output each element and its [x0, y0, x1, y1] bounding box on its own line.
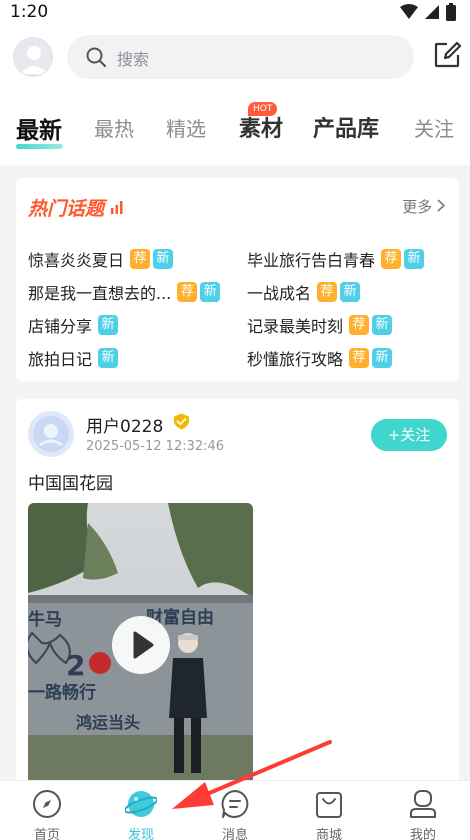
- more-label: 更多: [402, 198, 433, 216]
- nav-item-home[interactable]: 首页: [0, 781, 94, 840]
- recommended-tag: 荐: [317, 282, 338, 302]
- search-input[interactable]: 搜索: [67, 35, 414, 79]
- avatar[interactable]: [13, 37, 53, 77]
- wifi-icon: [400, 4, 418, 19]
- nav-item-discover[interactable]: 发现: [94, 781, 188, 840]
- hot-topics-title: 热门话题: [28, 198, 105, 220]
- post-text: 中国国花园: [28, 474, 113, 494]
- tab-following[interactable]: 关注: [414, 113, 454, 142]
- recommended-tag: 荐: [177, 282, 198, 302]
- status-time: 1:20: [10, 2, 49, 22]
- nav-item-mall[interactable]: 商城: [282, 781, 376, 840]
- search-placeholder: 搜索: [117, 50, 150, 69]
- video-sign-text: 鸿运当头: [76, 713, 140, 732]
- verified-badge-icon: [174, 413, 189, 430]
- tab-bar: 最新 最热 精选 素材 HOT 产品库 关注: [0, 95, 470, 155]
- new-tag: 新: [98, 315, 119, 335]
- topic-item[interactable]: 一战成名 荐 新: [247, 280, 361, 304]
- new-tag: 新: [372, 348, 393, 368]
- topic-label: 秒懂旅行攻略: [247, 350, 344, 369]
- video-sign-text: 牛马: [28, 609, 62, 630]
- status-bar: 1:20: [0, 0, 470, 26]
- tab-latest[interactable]: 最新: [16, 111, 62, 145]
- new-tag: 新: [98, 348, 119, 368]
- shopping-bag-icon: [316, 792, 342, 818]
- new-tag: 新: [340, 282, 361, 302]
- recommended-tag: 荐: [349, 315, 370, 335]
- default-avatar-icon: [20, 46, 48, 74]
- topic-item[interactable]: 店铺分享 新: [28, 313, 119, 337]
- new-tag: 新: [372, 315, 393, 335]
- status-icons: [400, 3, 456, 21]
- top-area: 1:20 搜索 最新 最热 精选 素材 HOT 产品库 关注: [0, 0, 470, 165]
- chevron-right-icon: [437, 199, 446, 212]
- nav-label: 消息: [221, 828, 248, 840]
- username[interactable]: 用户0228: [86, 412, 163, 437]
- recommended-tag: 荐: [349, 348, 370, 368]
- topic-item[interactable]: 那是我一直想去的... 荐 新: [28, 280, 221, 304]
- more-topics-link[interactable]: 更多: [402, 196, 446, 217]
- nav-label: 发现: [127, 828, 154, 840]
- topic-label: 旅拍日记: [28, 350, 93, 369]
- new-tag: 新: [200, 282, 221, 302]
- new-tag: 新: [404, 249, 425, 269]
- tab-featured[interactable]: 精选: [166, 113, 206, 142]
- edit-icon[interactable]: [433, 41, 461, 69]
- topic-item[interactable]: 记录最美时刻 荐 新: [247, 313, 393, 337]
- compass-icon: [33, 790, 61, 818]
- topic-item[interactable]: 秒懂旅行攻略 荐 新: [247, 346, 393, 370]
- video-sign-text: 一路畅行: [28, 682, 96, 703]
- user-avatar-icon: [33, 416, 69, 452]
- user-icon: [410, 790, 436, 818]
- message-icon: [221, 790, 249, 818]
- planet-icon: [125, 791, 157, 817]
- nav-label: 我的: [409, 828, 436, 840]
- nav-item-messages[interactable]: 消息: [188, 781, 282, 840]
- user-avatar[interactable]: [28, 411, 74, 457]
- hot-topics-card: 热门话题 更多 惊喜炎炎夏日 荐 新 毕业旅行告白青春 荐 新 那是我一直想去的…: [16, 178, 459, 381]
- nav-label: 首页: [33, 828, 60, 840]
- tab-hottest[interactable]: 最热: [94, 113, 134, 142]
- topic-item[interactable]: 毕业旅行告白青春 荐 新: [247, 247, 425, 271]
- post-time: 2025-05-12 12:32:46: [86, 439, 225, 454]
- battery-icon: [446, 3, 456, 21]
- topic-label: 那是我一直想去的...: [28, 284, 172, 303]
- hot-badge: HOT: [248, 102, 278, 116]
- post-card[interactable]: 用户0228 2025-05-12 12:32:46 +关注 中国国花园 牛马 …: [16, 399, 459, 789]
- topic-item[interactable]: 惊喜炎炎夏日 荐 新: [28, 247, 174, 271]
- topic-label: 店铺分享: [28, 317, 93, 336]
- trending-bars-icon: [111, 201, 123, 214]
- active-tab-indicator: [16, 144, 63, 149]
- search-icon: [86, 47, 107, 68]
- video-thumbnail[interactable]: 牛马 财富自由 2 一路畅行 鸿运当头: [28, 503, 253, 789]
- topic-item[interactable]: 旅拍日记 新: [28, 346, 119, 370]
- recommended-tag: 荐: [130, 249, 151, 269]
- nav-item-me[interactable]: 我的: [376, 781, 470, 840]
- new-tag: 新: [153, 249, 174, 269]
- play-icon: [133, 631, 154, 659]
- tab-product-library[interactable]: 产品库: [313, 111, 379, 143]
- recommended-tag: 荐: [381, 249, 402, 269]
- topic-label: 记录最美时刻: [247, 317, 344, 336]
- signal-icon: [425, 5, 439, 19]
- nav-label: 商城: [315, 828, 342, 840]
- topic-label: 一战成名: [247, 284, 312, 303]
- follow-button[interactable]: +关注: [371, 419, 447, 451]
- topic-label: 毕业旅行告白青春: [247, 251, 376, 270]
- topic-label: 惊喜炎炎夏日: [28, 251, 125, 270]
- bottom-nav: 首页 发现 消息 商城 我的: [0, 780, 470, 840]
- play-button[interactable]: [112, 616, 170, 674]
